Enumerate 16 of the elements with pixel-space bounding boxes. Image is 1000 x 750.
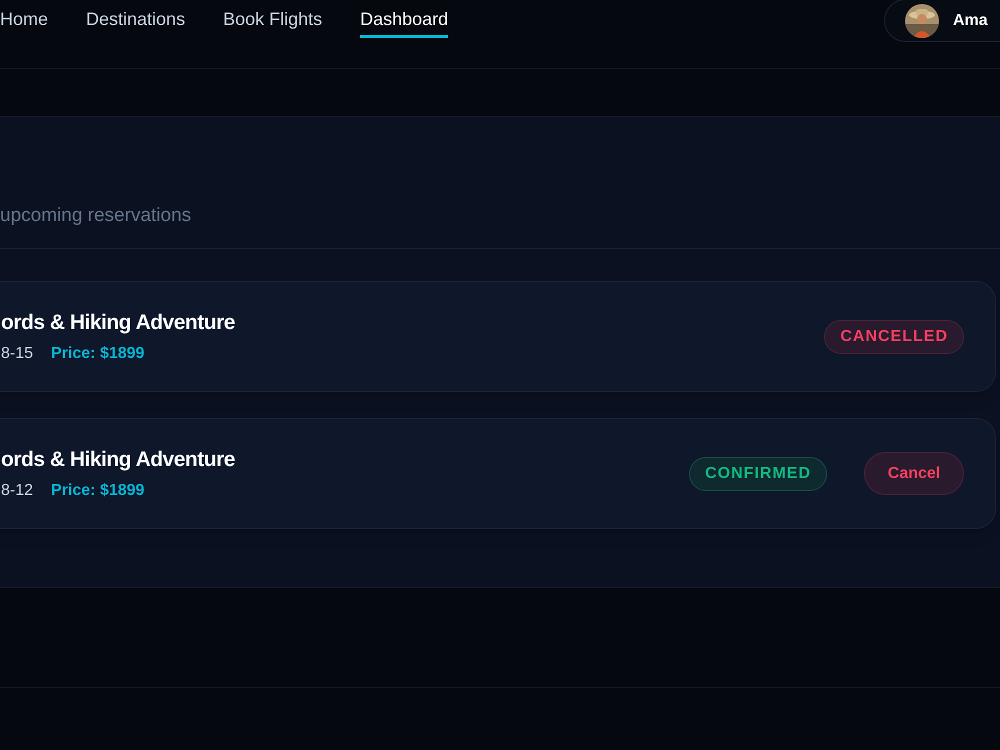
nav-link[interactable]: Home (0, 6, 48, 38)
nav-link[interactable]: Book Flights (223, 6, 322, 38)
booking-price: Price: $1899 (51, 344, 144, 364)
booking-date: 8-12 (1, 481, 34, 502)
booking-title: ords & Hiking Adventure (1, 310, 235, 336)
nav-link[interactable]: Dashboard (360, 6, 448, 38)
booking-price: Price: $1899 (51, 481, 144, 502)
panel-subtitle: upcoming reservations (0, 204, 192, 228)
status-badge: CANCELLED (824, 320, 964, 354)
cancel-button[interactable]: Cancel (864, 452, 964, 495)
booking-date: 8-15 (1, 344, 34, 364)
user-name: Ama (953, 10, 988, 30)
nav-link[interactable]: Destinations (86, 6, 186, 38)
user-menu[interactable]: Ama (884, 0, 1000, 42)
booking-title: ords & Hiking Adventure (1, 446, 235, 473)
status-badge: CONFIRMED (689, 456, 827, 490)
